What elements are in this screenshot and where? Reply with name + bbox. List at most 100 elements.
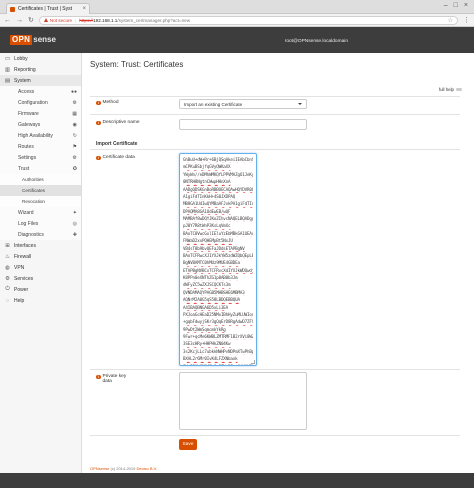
sidebar-item-authorities[interactable]: Authorities	[0, 174, 81, 185]
url-scheme: https://	[79, 17, 94, 23]
certificate-line: AQNrM2A0G5qS58LBDQEBBQUA	[183, 297, 240, 303]
info-icon[interactable]: i	[96, 100, 101, 105]
bookmark-star-icon[interactable]: ☆	[448, 17, 453, 24]
certificate-icon: ✪	[72, 165, 77, 172]
browser-tab-bar: Certificates | Trust | Syst × – □ ×	[0, 0, 474, 14]
certificate-line: 9PwDt2WmSqmcmkYkRg	[183, 326, 226, 332]
laptop-icon: ▭	[4, 55, 11, 62]
method-label: i Method	[96, 100, 119, 105]
browser-menu-icon[interactable]: ⋮	[463, 16, 470, 24]
sidebar-item-wizard[interactable]: Wizard ✦	[0, 207, 81, 218]
sidebar-item-interfaces[interactable]: ⊞ Interfaces	[0, 240, 81, 251]
certificate-line: BAoTCFRwcXJ1YXJkYW5zdWZQbQEpLEwHWVE4xEsk	[183, 252, 253, 258]
cog-icon: ⚙	[5, 275, 10, 282]
footer-copyright: (c) 2014-2019	[109, 466, 137, 471]
sidebar-item-high-availability[interactable]: High Availability ↻	[0, 130, 81, 141]
minimize-icon[interactable]: –	[444, 2, 448, 9]
method-select[interactable]: Import an existing Certificate	[179, 99, 307, 109]
chart-icon: ▥	[4, 66, 11, 73]
sidebar-item-help[interactable]: ◌ Help	[0, 295, 81, 306]
save-button[interactable]: Save	[179, 439, 197, 450]
certificate-line: DPAQMA8GA1UdEwEB/wQF	[183, 208, 231, 214]
info-icon[interactable]: i	[96, 120, 101, 125]
reload-icon[interactable]: ↻	[28, 17, 34, 24]
sidebar-item-trust[interactable]: Trust ✪	[0, 163, 81, 174]
browser-address-bar: ← → ↻ Not secure | https://192.168.1.1/s…	[0, 14, 474, 27]
tab-close-icon[interactable]: ×	[82, 6, 86, 12]
sidebar-item-firewall[interactable]: ♨ Firewall	[0, 251, 81, 262]
close-window-icon[interactable]: ×	[464, 2, 468, 9]
sidebar-item-services[interactable]: ⚙ Services	[0, 273, 81, 284]
certificate-data-textarea[interactable]: GhBuU+dW+Rr+6BjQSqAkeiIEAbCbnSyeeWfKmRLl…	[179, 153, 257, 366]
certificate-line: A1giFdTInKkH+4S0JXDPAQ	[183, 193, 236, 199]
certificate-line: FNWaD2xxPQHEMpBt5NxJU	[183, 238, 233, 244]
back-arrow-icon[interactable]: ←	[4, 17, 11, 24]
opnsense-logo[interactable]: OPN sense	[10, 35, 56, 45]
sidebar-item-lobby[interactable]: ▭ Lobby	[0, 53, 81, 64]
main-content: System: Trust: Certificates full help i …	[82, 53, 474, 473]
resize-grip-icon[interactable]	[251, 360, 255, 364]
url-bar[interactable]: Not secure | https://192.168.1.1/system_…	[38, 15, 458, 25]
certificate-line: +gqbFdwyjSKr3gQqErD8RgAdwD7ZFS5dTbaGsVuL…	[183, 319, 253, 325]
descriptive-name-label: i Descriptive name	[96, 120, 140, 125]
certificate-line: QVNDAMAQYPAGB5MHBSHE6MBMA3	[183, 289, 245, 295]
certificate-line: K8PPn0eXNThZG1p8AB0b3Jm	[183, 275, 238, 280]
globe-icon: ◍	[5, 264, 10, 271]
support-icon: ◌	[5, 297, 10, 304]
form-divider	[90, 114, 460, 115]
descriptive-name-input[interactable]	[179, 119, 307, 130]
sidebar-item-system[interactable]: ▤ System	[0, 75, 81, 86]
certificate-text: GhBuU+dW+Rr+6BjQSqAkeiIEAbCbnSyeeWfKmRLl…	[183, 156, 253, 365]
certificate-line: YWyWn//eDMhWMKQfLPPVMAZgO1JeKyXTNLUEHNQ	[183, 171, 253, 177]
eye-icon: ◎	[72, 220, 77, 227]
sidebar-item-settings[interactable]: Settings ⚙	[0, 152, 81, 163]
insecure-indicator[interactable]: Not secure	[43, 18, 72, 23]
sidebar-item-routes[interactable]: Routes ⚑	[0, 141, 81, 152]
sidebar-item-certificates[interactable]: Certificates	[0, 185, 81, 196]
header-user[interactable]: root@OPNsense.localdomain	[285, 39, 348, 44]
sidebar-item-vpn[interactable]: ◍ VPN	[0, 262, 81, 273]
certificate-line: dWFyZC5wZXJSCQCKTs3m	[183, 282, 231, 288]
warning-icon	[43, 18, 48, 22]
forward-arrow-icon[interactable]: →	[16, 17, 23, 24]
sidebar-item-diagnostics[interactable]: Diagnostics ✚	[0, 229, 81, 240]
footer-brand[interactable]: OPNsense	[90, 466, 109, 471]
sidebar-item-revocation[interactable]: Revocation	[0, 196, 81, 207]
opnsense-favicon-icon	[10, 6, 15, 12]
form-divider	[90, 369, 460, 370]
certificate-line: 3SE3cHRy+HHPHkZN04Kw	[183, 341, 231, 347]
plug-icon: ⏻	[5, 286, 10, 292]
app-header: OPN sense root@OPNsense.localdomain	[0, 27, 474, 53]
form-divider	[90, 435, 460, 436]
info-icon[interactable]: i	[96, 374, 101, 379]
page-title: System: Trust: Certificates	[90, 60, 184, 69]
browser-tab-title: Certificates | Trust | Syst	[18, 6, 72, 12]
cogs-icon: ⚙	[72, 154, 77, 161]
info-icon[interactable]: i	[96, 155, 101, 160]
sidebar-item-reporting[interactable]: ▥ Reporting	[0, 64, 81, 75]
certificate-line: pJ0Y7R8tWnP3KsLqVmXc	[183, 223, 231, 229]
browser-tab[interactable]: Certificates | Trust | Syst ×	[6, 3, 90, 14]
chevron-down-icon	[298, 103, 302, 105]
sidebar-item-firmware[interactable]: Firmware ▦	[0, 108, 81, 119]
sidebar-item-gateways[interactable]: Gateways ◉	[0, 119, 81, 130]
certificate-data-label: i Certificate data	[96, 155, 135, 160]
certificate-line: BAoTC0VwcGxlIEluYzEbMBkGA1UEAxMSVGVzdEN	[183, 230, 253, 236]
toggle-off-icon	[456, 87, 462, 92]
form-divider	[90, 149, 460, 150]
fire-icon: ♨	[5, 253, 10, 260]
certificate-line: mCPKuBSbjfqGVyQWKaXX	[183, 164, 231, 170]
medkit-icon: ✚	[72, 231, 77, 238]
sidebar-item-log-files[interactable]: Log Files ◎	[0, 218, 81, 229]
sidebar-item-configuration[interactable]: Configuration ⚙	[0, 97, 81, 108]
certificate-line: BgNVBAMTC0hMUz9MUE4GBDEa	[183, 260, 240, 266]
footer-vendor[interactable]: Deciso B.V.	[136, 466, 157, 471]
private-key-textarea[interactable]	[179, 372, 307, 430]
maximize-icon[interactable]: □	[454, 2, 458, 9]
sidebar-item-access[interactable]: Access ●●	[0, 86, 81, 97]
sidebar-item-power[interactable]: ⏻ Power	[0, 284, 81, 295]
full-help-toggle[interactable]: full help	[439, 87, 462, 92]
map-signs-icon: ⚑	[72, 143, 77, 150]
magic-icon: ✦	[72, 209, 77, 216]
certificate-line: MAMBAf8wDQYJKoZIhvcNAQELBQADggEBAHJ1pkd4	[183, 216, 253, 221]
